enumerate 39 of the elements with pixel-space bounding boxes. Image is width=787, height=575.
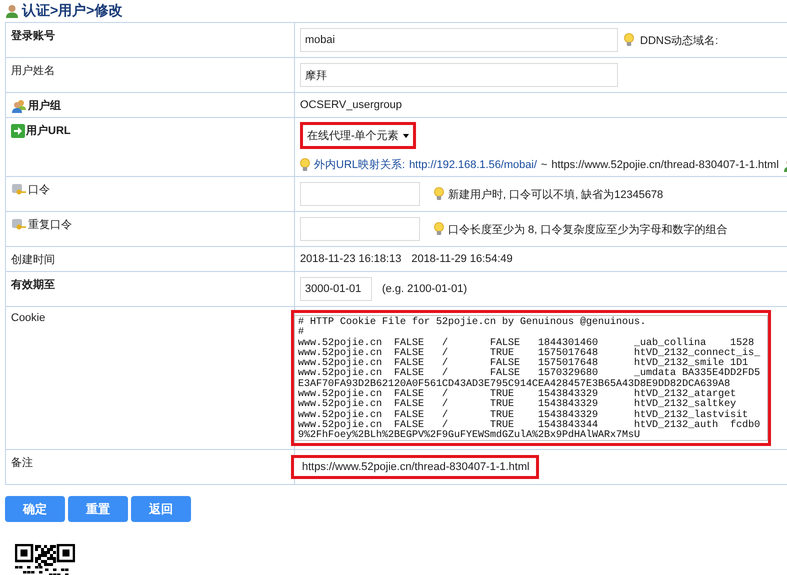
field-label: 口令 [11, 182, 50, 197]
text-field[interactable]: mobai [300, 28, 618, 52]
field-label: 登录账号 [11, 28, 55, 43]
field-label: Cookie [11, 312, 46, 324]
value-text: 2018-11-29 16:54:49 [411, 253, 513, 265]
user-icon [5, 4, 19, 18]
separator-text: ~ [540, 158, 548, 170]
mapping-label: 外内URL映射关系: [314, 158, 406, 172]
key-icon [11, 218, 27, 232]
users-icon [11, 98, 27, 112]
lightbulb-icon [624, 33, 634, 47]
hint-text: DDNS动态域名: [640, 34, 718, 48]
password-field[interactable] [300, 182, 420, 206]
qr-code-icon [15, 544, 75, 575]
lightbulb-icon [300, 158, 310, 172]
cookie-textarea[interactable]: # HTTP Cookie File for 52pojie.cn by Genuinous @genuinous. # www.52pojie.cn FALSE / FALSE 1844301460 _uab_collina 1528 www.52pojie.cn FALSE / TRUE 1575017648 htVD_2132_connect_is_ www.52pojie.cn FALSE / FALSE 1575017648 htVD_2132_smile 1D1 www.52pojie.cn FALSE / FALSE 1570329680 _umdata BA335E4DD2FD5 E3AF70FA93D2B62120A0F561CD43AD3E795C914CEA428457E3B65A43D8E9DD82DCA639A8 www.52pojie.cn FALSE / TRUE 1543843329 htVD_2132_atarget www.52pojie.cn FALSE / TRUE 1543843329 htVD_2132_saltkey www.52pojie.cn FALSE / TRUE 1543843329 htVD_2132_lastvisit www.52pojie.cn FALSE / TRUE 1543843344 htVD_2132_auth fcdb0 9%2FhFoey%2BLh%2BEGPV%2F9GuFYEWSmdGZulA%2Bx9PdHAlWARx7MsU [294, 315, 768, 441]
hint-text: (e.g. 2100-01-01) [382, 283, 467, 295]
value-text: 2018-11-23 16:18:13 [300, 253, 402, 265]
dropdown-caret-icon [402, 134, 409, 138]
field-label: 用户姓名 [11, 64, 55, 78]
text-field[interactable]: 摩拜 [300, 63, 618, 87]
field-label: 有效期至 [11, 278, 55, 292]
lightbulb-icon [434, 187, 444, 201]
password-field[interactable] [300, 217, 420, 241]
field-label: 重复口令 [11, 217, 72, 232]
breadcrumb-title: 认证>用户>修改 [22, 2, 122, 20]
hint-text: 口令长度至少为 8, 口令复杂度应至少为字母和数字的组合 [448, 222, 728, 236]
lightbulb-icon [434, 222, 444, 236]
internal-url-link[interactable]: http://192.168.1.56/mobai/ [409, 158, 537, 170]
field-label: 创建时间 [11, 253, 55, 267]
external-url-text: https://www.52pojie.cn/thread-830407-1-1.html [551, 158, 779, 170]
field-label: 用户组 [11, 98, 61, 113]
arrow-icon [11, 124, 25, 138]
value-text: OCSERV_usergroup [300, 99, 402, 111]
date-field[interactable]: 3000-01-01 [300, 277, 372, 301]
key-icon [11, 182, 27, 196]
field-label: 备注 [11, 456, 33, 470]
field-label: 用户URL [11, 123, 71, 138]
hint-text: 新建用户时, 口令可以不填, 缺省为12345678 [448, 188, 664, 202]
